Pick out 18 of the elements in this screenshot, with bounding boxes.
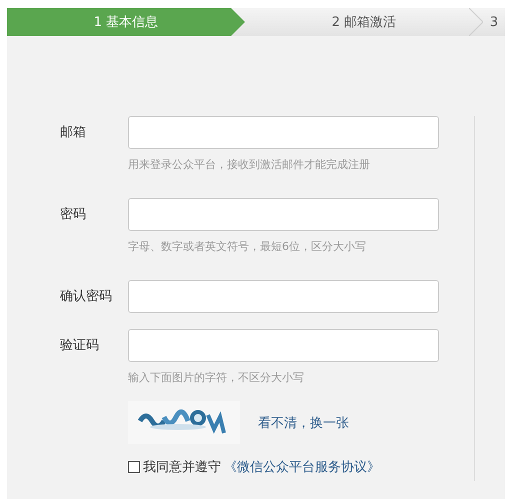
hint-text: 字母、数字或者英文符号，最短6位，区分大小写 [128,239,367,254]
hint-text: 输入下面图片的字符，不区分大小写 [128,370,305,385]
step-tab[interactable]: 2 邮箱激活 [245,8,483,36]
field-label: 密码 [59,206,87,224]
refresh-captcha-link[interactable]: 看不清，换一张 [258,414,349,432]
field-label: 邮箱 [59,124,87,142]
service-agreement-link[interactable]: 《微信公众平台服务协议》 [224,458,380,476]
input-field[interactable] [128,116,439,149]
agreement-checkbox[interactable] [128,461,140,473]
chevron-icon [469,8,483,36]
input-field[interactable] [128,329,439,362]
agreement-text: 我同意并遵守 [143,459,221,476]
input-field[interactable] [128,198,439,231]
field-label: 验证码 [59,337,100,355]
field-label: 确认密码 [59,288,113,306]
input-field[interactable] [128,280,439,313]
step-tab[interactable]: 3 [483,8,505,36]
hint-text: 用来登录公众平台，接收到激活邮件才能完成注册 [128,157,371,172]
